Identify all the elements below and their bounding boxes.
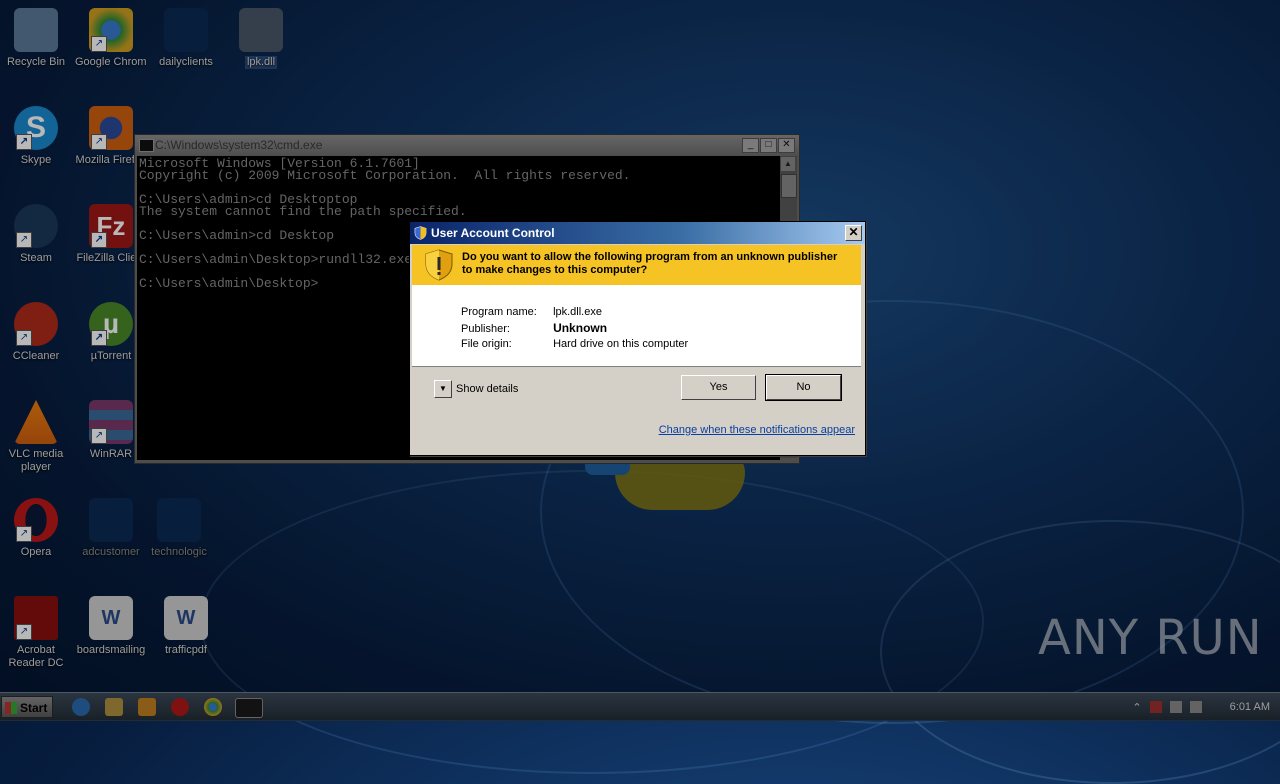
desktop-icon-ccleaner[interactable]: ↗ CCleaner xyxy=(0,302,72,363)
start-button[interactable]: Start xyxy=(1,696,53,718)
close-button[interactable]: ✕ xyxy=(778,138,795,153)
dll-file-icon xyxy=(239,8,283,52)
chrome-icon: ↗ xyxy=(89,8,133,52)
yes-button[interactable]: Yes xyxy=(681,375,756,400)
change-notifications-link[interactable]: Change when these notifications appear xyxy=(659,424,855,436)
uac-question: Do you want to allow the following progr… xyxy=(462,251,838,276)
taskbar: Start ⌃ 6:01 AM xyxy=(0,692,1280,721)
warning-shield-icon xyxy=(425,249,453,281)
opera-icon: ↗ xyxy=(14,498,58,542)
cmd-taskbar-icon[interactable] xyxy=(235,698,263,718)
explorer-folder-icon[interactable] xyxy=(105,698,123,716)
windows-flag-icon xyxy=(5,702,17,714)
recycle-bin-icon xyxy=(14,8,58,52)
wallpaper-swirl xyxy=(200,470,984,774)
chevron-down-icon[interactable]: ▼ xyxy=(434,380,452,398)
desktop-icon-recycle-bin[interactable]: Recycle Bin xyxy=(0,8,72,69)
anyrun-watermark: ANY RUN xyxy=(1038,610,1263,666)
opera-icon[interactable] xyxy=(171,698,189,716)
network-icon[interactable] xyxy=(1169,701,1182,713)
file-icon xyxy=(89,498,133,542)
minimize-button[interactable]: _ xyxy=(742,138,759,153)
program-name-value: lpk.dll.exe xyxy=(553,306,602,318)
desktop-icon-steam[interactable]: ↗ Steam xyxy=(0,204,72,265)
cmd-titlebar[interactable]: C:\Windows\system32\cmd.exe _ □ ✕ xyxy=(135,135,799,155)
file-origin-value: Hard drive on this computer xyxy=(553,338,689,350)
publisher-row: Publisher: Unknown xyxy=(461,321,608,335)
file-icon xyxy=(164,8,208,52)
filezilla-icon: Fz ↗ xyxy=(89,204,133,248)
skype-icon: S ↗ xyxy=(14,106,58,150)
divider xyxy=(412,366,861,367)
close-button[interactable]: ✕ xyxy=(845,225,862,241)
internet-explorer-icon[interactable] xyxy=(72,698,90,716)
desktop-icon-adcustomer[interactable]: adcustomer xyxy=(75,498,147,559)
program-name-row: Program name: lpk.dll.exe xyxy=(461,306,602,318)
uac-titlebar: User Account Control ✕ xyxy=(410,222,865,244)
uac-program-info: Program name: lpk.dll.exe Publisher: Unk… xyxy=(412,285,861,366)
word-document-icon: W xyxy=(89,596,133,640)
chrome-icon[interactable] xyxy=(204,698,222,716)
no-button[interactable]: No xyxy=(765,374,842,401)
desktop-icon-skype[interactable]: S ↗ Skype xyxy=(0,106,72,167)
vlc-cone-icon xyxy=(14,400,58,444)
desktop-icon-trafficpdf[interactable]: W trafficpdf xyxy=(150,596,222,657)
cmd-title-text: C:\Windows\system32\cmd.exe xyxy=(155,138,323,152)
clock[interactable]: 6:01 AM xyxy=(1230,701,1270,713)
desktop-icon-opera[interactable]: ↗ Opera xyxy=(0,498,72,559)
scroll-up-icon[interactable]: ▲ xyxy=(781,157,795,171)
maximize-button[interactable]: □ xyxy=(760,138,777,153)
shield-icon xyxy=(414,226,427,240)
console-line: The system cannot find the path specifie… xyxy=(139,204,467,219)
utorrent-icon: µ ↗ xyxy=(89,302,133,346)
firefox-icon: ↗ xyxy=(89,106,133,150)
ccleaner-icon: ↗ xyxy=(14,302,58,346)
file-origin-row: File origin: Hard drive on this computer xyxy=(461,338,689,350)
uac-warning-banner: Do you want to allow the following progr… xyxy=(412,245,861,285)
desktop-icon-technologic[interactable]: technologic xyxy=(143,498,215,559)
scroll-thumb[interactable] xyxy=(781,174,797,198)
publisher-value: Unknown xyxy=(553,321,608,335)
desktop-icon-dailyclients[interactable]: dailyclients xyxy=(150,8,222,69)
show-details-toggle[interactable]: ▼ Show details xyxy=(434,380,518,398)
system-tray: ⌃ 6:01 AM xyxy=(1132,693,1270,721)
uac-dialog: User Account Control ✕ Do you want to al… xyxy=(409,221,866,456)
file-icon xyxy=(157,498,201,542)
winrar-icon: ↗ xyxy=(89,400,133,444)
console-line: Copyright (c) 2009 Microsoft Corporation… xyxy=(139,168,631,183)
uac-title-text: User Account Control xyxy=(431,226,555,240)
chevron-up-icon[interactable]: ⌃ xyxy=(1132,701,1141,714)
acrobat-icon: ↗ xyxy=(14,596,58,640)
cmd-app-icon xyxy=(139,139,154,152)
media-player-icon[interactable] xyxy=(138,698,156,716)
volume-icon[interactable] xyxy=(1189,701,1202,713)
desktop-icon-acrobat[interactable]: ↗ Acrobat Reader DC xyxy=(0,596,72,670)
desktop-icon-google-chrome[interactable]: ↗ Google Chrome xyxy=(75,8,147,69)
desktop-icon-lpk-dll[interactable]: lpk.dll xyxy=(225,8,297,74)
desktop-icon-boardsmailing[interactable]: W boardsmailing xyxy=(75,596,147,657)
action-center-icon[interactable] xyxy=(1149,701,1162,713)
word-document-icon: W xyxy=(164,596,208,640)
desktop-icon-vlc[interactable]: VLC media player xyxy=(0,400,72,474)
steam-icon: ↗ xyxy=(14,204,58,248)
